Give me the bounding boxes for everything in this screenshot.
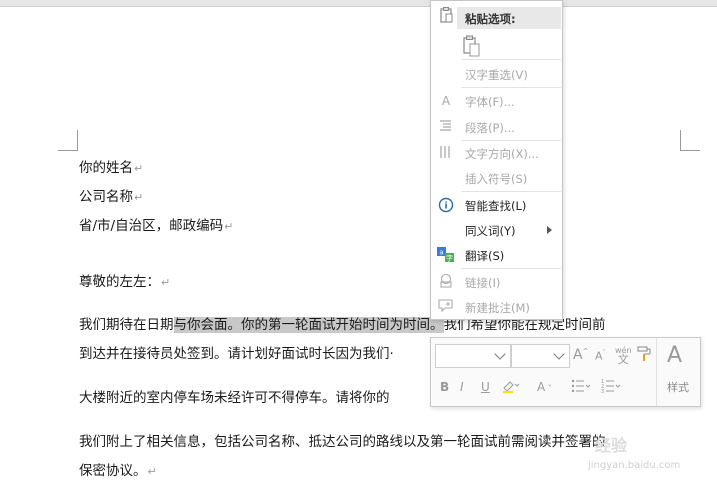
paragraph-icon [437,119,455,135]
smart-lookup-icon: i [437,197,455,213]
bullets-icon[interactable] [571,379,591,396]
font-name-select[interactable] [435,344,511,368]
phonetic-guide-icon[interactable]: wén 文 [615,346,632,365]
paragraph-mark: ↵ [161,276,171,289]
font-size-select[interactable] [511,344,570,368]
chevron-down-icon [553,348,565,360]
menu-item-label: 插入符号(S) [465,172,528,186]
menu-separator [461,87,561,88]
menu-item-link[interactable]: 链接(I) [431,270,562,294]
translate-icon: a字 [437,247,455,263]
menu-item-label: 新建批注(M) [465,301,530,315]
paragraph-mark: ↵ [134,191,144,204]
doc-text: 保密协议。 [79,463,147,479]
menu-item-paragraph[interactable]: 段落(P)... [431,115,562,139]
menu-item-new-comment[interactable]: 新建批注(M) [431,295,562,319]
menu-item-font[interactable]: A 字体(F)... [431,89,562,113]
menu-item-label: 翻译(S) [465,249,505,263]
watermark: jingyan.baidu.com [588,460,681,471]
watermark-cn: 经验 [595,436,628,455]
bold-button[interactable]: B [440,380,449,394]
doc-text: 到达并在接待员处签到。请计划好面试时长因为我们· [79,346,394,362]
menu-item-label: 文字方向(X)... [465,147,539,161]
paragraph-mark: ↵ [134,162,144,175]
clipboard-icon [437,7,455,23]
menu-separator [461,59,561,60]
document-page[interactable] [0,7,717,490]
menu-item-label: 汉字重选(V) [465,68,528,82]
doc-text: 尊敬的左左： [79,274,160,290]
margin-mark-top-right-h [680,150,700,151]
svg-text:i: i [444,202,447,212]
menu-item-label: 智能查找(L) [465,199,527,213]
doc-text: 我们期待在日期 [79,317,174,333]
menu-separator [461,268,561,269]
menu-item-insert-symbol[interactable]: 插入符号(S) [431,166,562,190]
doc-line-greeting[interactable]: 尊敬的左左：↵ [79,270,170,290]
menu-item-translate[interactable]: a字 翻译(S) [431,243,562,267]
menu-item-label: 段落(P)... [465,121,515,135]
menu-item-smart-lookup[interactable]: i 智能查找(L) [431,193,562,217]
doc-text: 大楼附近的室内停车场未经许可不得停车。请将你的 [79,390,390,406]
menu-item-reconvert[interactable]: 汉字重选(V) [431,62,562,86]
font-color-icon[interactable]: A ˅ [537,380,552,394]
doc-para3-line1[interactable]: 我们附上了相关信息，包括公司名称、抵达公司的路线以及第一轮面试前需阅读并签署的 [79,430,606,450]
svg-text:a: a [439,249,443,257]
doc-para2[interactable]: 大楼附近的室内停车场未经许可不得停车。请将你的 [79,386,390,406]
submenu-arrow-icon [547,226,552,234]
format-painter-icon[interactable] [637,346,653,365]
doc-text: 你的姓名 [79,160,133,176]
menu-separator [461,191,561,192]
paragraph-mark: ↵ [147,465,157,478]
menu-item-text-direction[interactable]: 文字方向(X)... [431,141,562,165]
styles-label: 样式 [667,381,689,394]
margin-mark-top-left-h [58,150,78,151]
doc-para1-line2[interactable]: 到达并在接待员处签到。请计划好面试时长因为我们· [79,342,394,362]
doc-line-name[interactable]: 你的姓名↵ [79,156,143,176]
shrink-font-icon[interactable]: Aˇ [595,349,606,363]
link-icon [437,273,455,290]
font-icon: A [441,94,451,108]
styles-icon: A [667,343,683,368]
paragraph-mark: ↵ [224,220,234,233]
text-direction-icon [437,145,455,161]
underline-button[interactable]: U [481,380,490,394]
doc-line-address[interactable]: 省/市/自治区，邮政编码↵ [79,214,233,234]
doc-text: 省/市/自治区，邮政编码 [79,218,224,234]
doc-line-company[interactable]: 公司名称↵ [79,185,143,205]
doc-text: 公司名称 [79,189,133,205]
ribbon-bottom-edge [0,0,717,7]
menu-item-label: 链接(I) [465,276,501,290]
numbering-icon[interactable]: 123 [601,379,621,396]
doc-text: 我们附上了相关信息，包括公司名称、抵达公司的路线以及第一轮面试前需阅读并签署的 [79,434,606,450]
comment-icon [437,299,455,315]
menu-item-label: 同义词(Y) [465,224,516,238]
menu-item-synonyms[interactable]: 同义词(Y) [431,218,562,242]
selected-text[interactable]: 与你会面。你的第一轮面试开始时间为时间。 [173,317,444,333]
chevron-down-icon [494,348,506,360]
paste-options-title: 粘贴选项: [465,12,516,26]
doc-para3-line2[interactable]: 保密协议。↵ [79,459,157,479]
styles-gallery-button[interactable]: A 样式 [656,338,701,406]
mini-toolbar: A^ Aˇ wén 文 B I U A ˅ 123 A 样式 [430,337,701,407]
italic-button[interactable]: I [460,380,464,394]
svg-text:3: 3 [601,389,604,393]
menu-item-label: 字体(F)... [465,95,515,109]
keep-text-only-paste-icon[interactable] [461,35,485,57]
context-menu: 粘贴选项: 汉字重选(V) A 字体(F)... 段落(P)... 文字方向(X… [430,0,563,320]
highlight-icon[interactable] [501,379,521,396]
margin-mark-top-right [680,130,681,150]
margin-mark-top-left [77,130,78,151]
svg-text:字: 字 [446,254,453,263]
grow-font-icon[interactable]: A^ [573,347,588,363]
